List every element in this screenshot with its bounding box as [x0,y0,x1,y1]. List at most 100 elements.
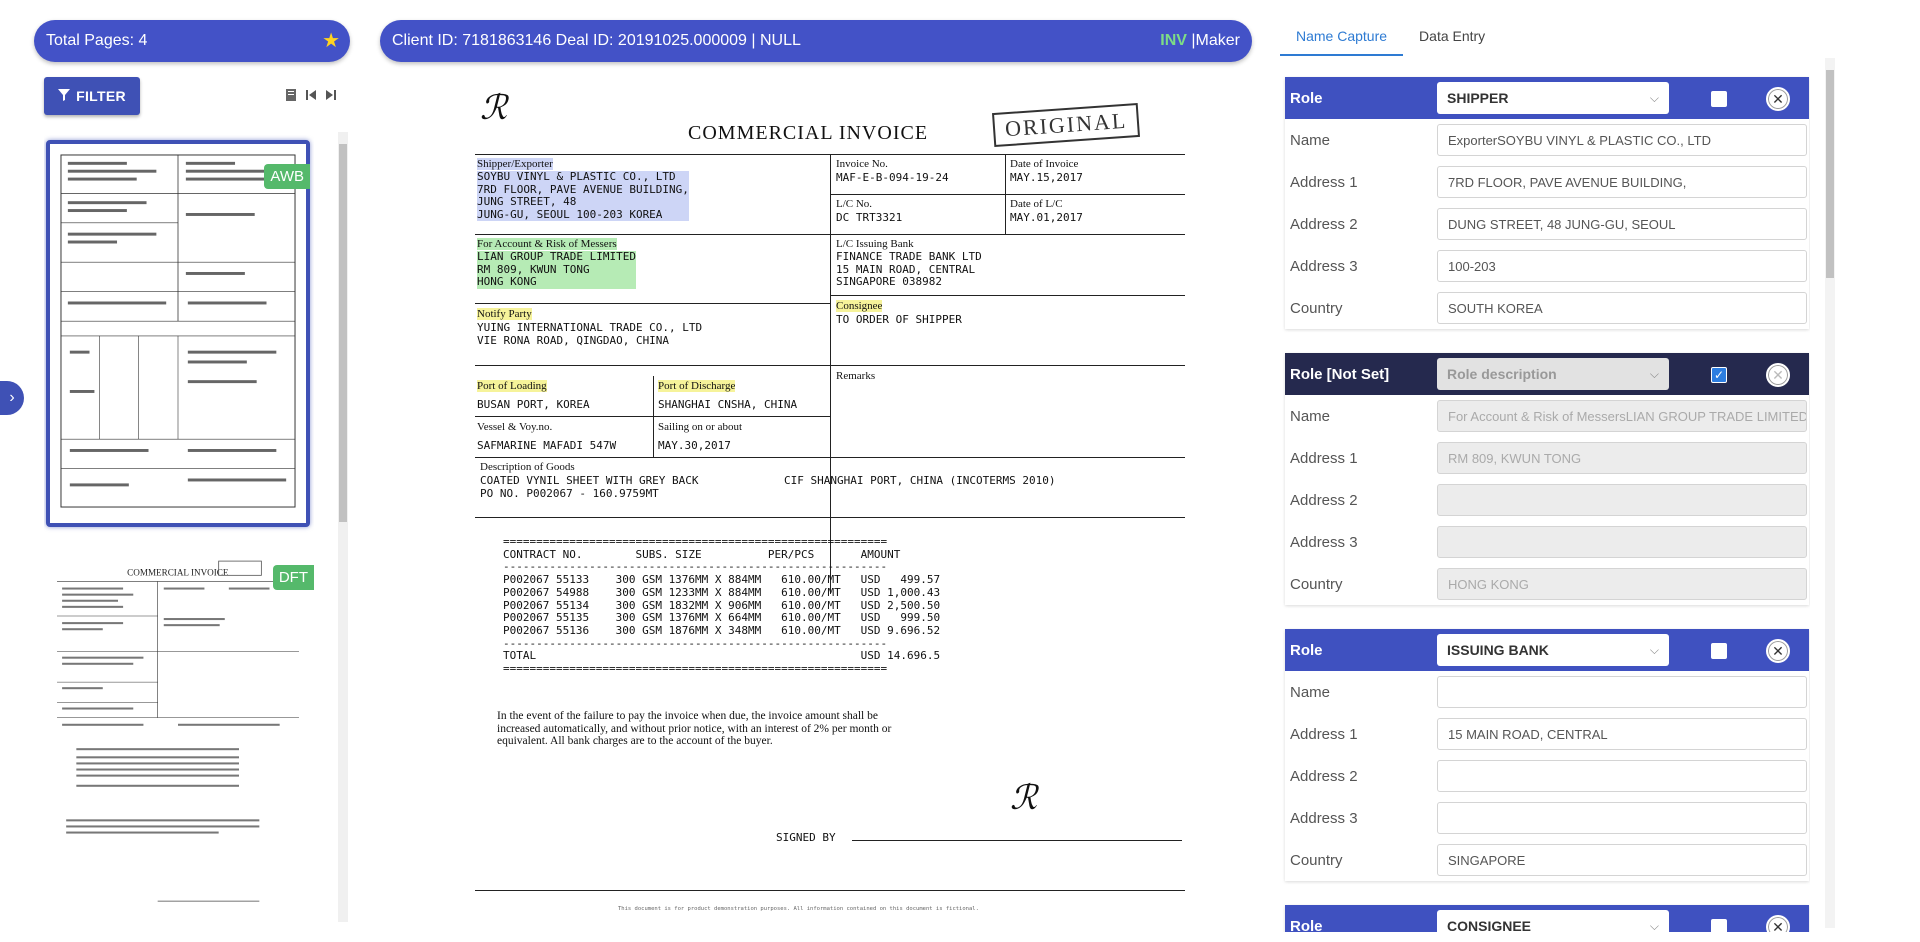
address-2-input[interactable] [1437,760,1807,792]
field-label: Address 3 [1290,809,1358,827]
role-checkbox[interactable] [1711,919,1727,932]
role-select[interactable]: SHIPPER ⌵ [1437,82,1669,114]
tab-bar: Name Capture Data Entry [1280,20,1501,56]
address-3-input[interactable]: 100-203 [1437,250,1807,282]
field-label: Address 1 [1290,173,1358,191]
close-icon[interactable]: ✕ [1766,363,1790,387]
close-icon[interactable]: ✕ [1766,915,1790,932]
left-panel: Total Pages: 4 ★ FILTER AWB COMMERCIAL I… [0,0,350,942]
role-select-value: SHIPPER [1447,90,1509,106]
address-3-input[interactable] [1437,526,1807,558]
expand-sidebar-button[interactable]: › [0,381,24,415]
role-header: Role ISSUING BANK ⌵ ✕ [1285,629,1809,671]
role-card: Role SHIPPER ⌵ ✕ Name ExporterSOYBU VINYL … [1285,77,1809,329]
role-checkbox[interactable] [1711,643,1727,659]
consignee-text: TO ORDER OF SHIPPER [836,313,962,326]
doc-type: INV [1160,32,1187,49]
document-icon[interactable] [285,88,297,102]
role-select-value: CONSIGNEE [1447,918,1532,932]
field-name: Name [1285,671,1809,713]
doc-status: INV |Maker [1160,32,1240,50]
cards-scrollbar[interactable] [1825,58,1835,928]
name-input[interactable] [1437,676,1807,708]
field-address-2: Address 2 [1285,755,1809,797]
address-2-input[interactable] [1437,484,1807,516]
first-page-icon[interactable] [305,88,317,102]
close-icon[interactable]: ✕ [1766,87,1790,111]
role-header: Role CONSIGNEE ⌵ ✕ [1285,905,1809,932]
goods-text: COATED VYNIL SHEET WITH GREY BACK PO NO.… [480,474,699,500]
signature-mark: ℛ [1010,778,1038,818]
role-header: Role SHIPPER ⌵ ✕ [1285,77,1809,119]
address-1-input[interactable]: RM 809, KWUN TONG [1437,442,1807,474]
field-country: Country SOUTH KOREA [1285,287,1809,329]
account-text: LIAN GROUP TRADE LIMITED RM 809, KWUN TO… [477,250,636,289]
star-icon[interactable]: ★ [322,31,340,51]
invoice-table: ========================================… [503,535,941,676]
sailing-text: MAY.30,2017 [658,439,731,452]
address-2-input[interactable]: DUNG STREET, 48 JUNG-GU, SEOUL [1437,208,1807,240]
thumbnail-page-2[interactable]: COMMERCIAL INVOICE DFT [46,545,314,921]
consignee-label: Consignee [836,300,883,312]
client-deal-info: Client ID: 7181863146 Deal ID: 20191025.… [392,32,801,49]
filter-button[interactable]: FILTER [44,77,140,115]
role-cards: Role SHIPPER ⌵ ✕ Name ExporterSOYBU VINYL … [1280,72,1810,932]
country-input[interactable]: SINGAPORE [1437,844,1807,876]
invoice-no-label: Invoice No. [836,158,888,170]
field-country: Country SINGAPORE [1285,839,1809,881]
original-stamp: ORIGINAL [991,102,1141,148]
thumbnail-page-1[interactable]: AWB [46,140,310,527]
address-1-input[interactable]: 15 MAIN ROAD, CENTRAL [1437,718,1807,750]
role-select[interactable]: Role description ⌵ [1437,358,1669,390]
role-select-value: Role description [1447,366,1557,382]
address-1-input[interactable]: 7RD FLOOR, PAVE AVENUE BUILDING, [1437,166,1807,198]
thumbnail-scrollbar[interactable] [338,132,348,922]
remarks-label: Remarks [836,370,876,382]
field-label: Address 3 [1290,533,1358,551]
invoice-date: MAY.15,2017 [1010,171,1083,184]
sailing-label: Sailing on or about [658,421,743,433]
signature-line [852,840,1182,841]
role-card: Role CONSIGNEE ⌵ ✕ [1285,905,1809,932]
notify-text: YUING INTERNATIONAL TRADE CO., LTD VIE R… [477,321,703,347]
issuing-bank-label: L/C Issuing Bank [836,238,914,250]
field-address-1: Address 1 RM 809, KWUN TONG [1285,437,1809,479]
goods-label: Description of Goods [480,461,575,473]
invoice-no: MAF-E-B-094-19-24 [836,171,949,184]
scrollbar-thumb[interactable] [339,144,347,522]
role-checkbox[interactable] [1711,91,1727,107]
tab-data-entry[interactable]: Data Entry [1403,20,1501,56]
scrollbar-thumb[interactable] [1826,70,1834,278]
name-input[interactable]: ExporterSOYBU VINYL & PLASTIC CO., LTD [1437,124,1807,156]
field-label: Country [1290,575,1343,593]
role-checkbox[interactable]: ✓ [1711,367,1727,383]
name-input[interactable]: For Account & Risk of MessersLIAN GROUP … [1437,400,1807,432]
thumbnail-list: AWB COMMERCIAL INVOICE DFT [44,135,314,921]
field-label: Address 1 [1290,449,1358,467]
account-label: For Account & Risk of Messers [477,238,617,250]
total-pages-label: Total Pages: 4 [46,32,148,49]
document-viewer: ℛ COMMERCIAL INVOICE ORIGINAL Shipper/Ex… [440,78,1200,942]
role-select[interactable]: CONSIGNEE ⌵ [1437,910,1669,932]
lc-no: DC TRT3321 [836,211,903,224]
field-label: Country [1290,299,1343,317]
filter-icon [58,88,71,104]
field-label: Address 2 [1290,767,1358,785]
country-input[interactable]: SOUTH KOREA [1437,292,1807,324]
role-card: Role [Not Set] Role description ⌵ ✓ ✕ Nam… [1285,353,1809,605]
tab-name-capture[interactable]: Name Capture [1280,20,1404,56]
close-icon[interactable]: ✕ [1766,639,1790,663]
last-page-icon[interactable] [325,88,337,102]
country-input[interactable]: HONG KONG [1437,568,1807,600]
field-address-1: Address 1 15 MAIN ROAD, CENTRAL [1285,713,1809,755]
separator: | [1186,32,1196,49]
role-card: Role ISSUING BANK ⌵ ✕ Name Address 1 15 MA… [1285,629,1809,881]
field-label: Name [1290,407,1331,425]
chevron-down-icon: ⌵ [1649,90,1659,105]
total-pages-pill: Total Pages: 4 ★ [34,20,350,62]
field-country: Country HONG KONG [1285,563,1809,605]
address-3-input[interactable] [1437,802,1807,834]
field-label: Address 2 [1290,491,1358,509]
chevron-down-icon: ⌵ [1649,366,1659,381]
role-select[interactable]: ISSUING BANK ⌵ [1437,634,1669,666]
